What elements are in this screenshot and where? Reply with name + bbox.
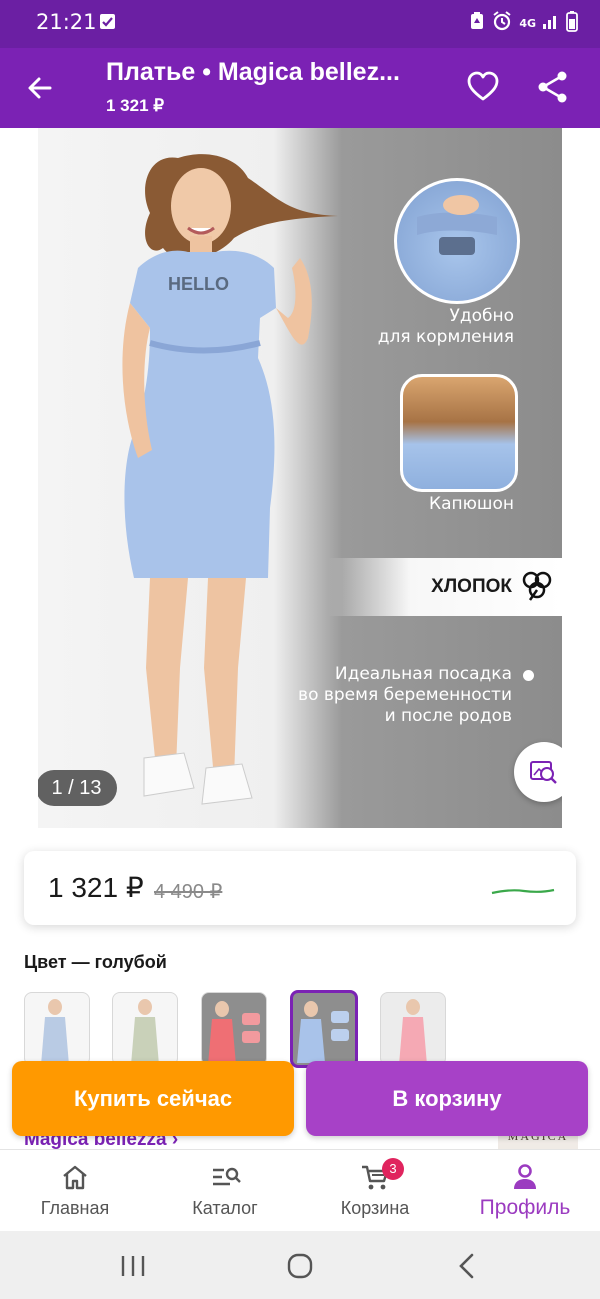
home-icon: [63, 1165, 87, 1190]
color-swatch-1[interactable]: [24, 992, 90, 1066]
cotton-flower-icon: [520, 568, 554, 606]
bottom-navigation: Главная Каталог 3 Корзина Профиль: [0, 1149, 600, 1232]
network-type-label: 4G: [519, 16, 536, 30]
profile-icon: [514, 1164, 536, 1189]
add-to-cart-button[interactable]: В корзину: [306, 1061, 588, 1136]
notification-check-icon: [100, 14, 115, 29]
feature-fit-line-3: и после родов: [384, 706, 512, 726]
alarm-icon: [491, 10, 513, 36]
share-button[interactable]: [536, 70, 570, 104]
current-price: 1 321 ₽: [48, 872, 144, 903]
old-price: 4 490 ₽: [154, 881, 223, 903]
home-system-button[interactable]: [285, 1251, 315, 1281]
price-card: 1 321 ₽ 4 490 ₽: [24, 851, 576, 925]
feature-nursing-line-2: для кормления: [377, 327, 514, 347]
app-bar: Платье • Magica bellez... 1 321 ₽: [0, 48, 600, 128]
nav-label-profile: Профиль: [479, 1196, 571, 1219]
price-accent-line: [491, 888, 555, 895]
feature-fit-line-2: во время беременности: [298, 685, 512, 705]
home-circle-icon: [287, 1253, 313, 1279]
system-navigation-bar: [0, 1231, 600, 1299]
feature-fit-line-1: Идеальная посадка: [334, 664, 512, 684]
product-image-gallery[interactable]: HELLO Удобно для кормления Капюшон ХЛОПО…: [38, 128, 562, 828]
nav-label-home: Главная: [40, 1198, 110, 1218]
image-counter: 1 / 13: [38, 770, 117, 806]
color-label: Цвет — голубой: [24, 952, 167, 972]
nav-item-cart[interactable]: 3 Корзина: [300, 1150, 450, 1232]
cotton-text: ХЛОПОК: [431, 576, 512, 597]
nav-item-catalog[interactable]: Каталог: [150, 1150, 300, 1232]
feature-hood-image: [400, 374, 518, 492]
color-swatch-4-selected[interactable]: [290, 990, 358, 1068]
recent-apps-button[interactable]: [118, 1251, 148, 1281]
battery-icon: [566, 10, 578, 36]
catalog-search-icon: [213, 1167, 241, 1186]
signal-icon: [542, 12, 560, 34]
dress-print-text: HELLO: [168, 274, 229, 294]
cotton-banner: ХЛОПОК: [328, 558, 562, 616]
color-swatch-5[interactable]: [380, 992, 446, 1066]
nav-label-cart: Корзина: [340, 1198, 410, 1218]
feature-nursing-image: [394, 178, 520, 304]
arrow-left-icon: [28, 77, 52, 99]
recent-apps-icon: [121, 1256, 145, 1276]
feature-hood-text: Капюшон: [429, 494, 514, 514]
favorite-button[interactable]: [466, 70, 500, 104]
header-price: 1 321 ₽: [106, 96, 165, 115]
nav-item-home[interactable]: Главная: [0, 1150, 150, 1232]
buy-now-button[interactable]: Купить сейчас: [12, 1061, 294, 1136]
feature-nursing-line-1: Удобно: [449, 306, 514, 326]
page-title: Платье • Magica bellez...: [106, 58, 400, 86]
heart-icon: [467, 71, 499, 101]
color-swatch-2[interactable]: [112, 992, 178, 1066]
status-bar: 21:21 4G: [0, 0, 600, 48]
battery-saver-icon: [469, 11, 485, 35]
back-button[interactable]: [22, 70, 58, 106]
chevron-left-icon: [459, 1253, 474, 1279]
color-swatch-3[interactable]: [201, 992, 267, 1066]
status-time: 21:21: [36, 10, 97, 34]
cart-badge: 3: [382, 1158, 404, 1180]
feature-nursing-text: Удобно для кормления: [378, 306, 514, 348]
bullet-dot: [523, 670, 534, 681]
nav-item-profile[interactable]: Профиль: [450, 1150, 600, 1232]
feature-fit-text: Идеальная посадка во время беременности …: [298, 664, 512, 727]
visual-search-button[interactable]: [514, 742, 562, 802]
back-system-button[interactable]: [452, 1251, 482, 1281]
share-icon: [538, 71, 567, 103]
image-search-icon: [530, 761, 557, 784]
nav-label-catalog: Каталог: [192, 1198, 258, 1218]
status-icons: 4G: [469, 10, 578, 36]
